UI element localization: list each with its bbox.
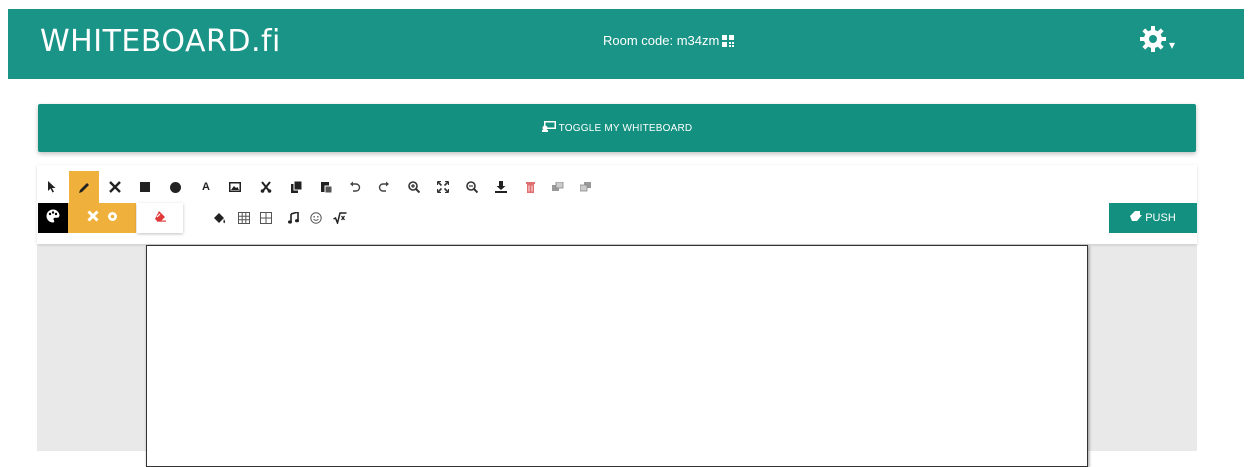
toggle-whiteboard-label: TOGGLE MY WHITEBOARD (558, 122, 693, 134)
ellipse-tool[interactable] (164, 176, 186, 198)
pen-tool[interactable] (69, 171, 99, 205)
square-icon (140, 182, 150, 192)
whiteboard-panel: A PUSH (37, 165, 1197, 467)
rectangle-tool[interactable] (134, 176, 156, 198)
redo-tool[interactable] (373, 176, 395, 198)
room-code: Room code: m34zm (603, 33, 735, 49)
send-back-tool[interactable] (575, 176, 597, 198)
grid-icon (238, 212, 250, 224)
scissors-icon (260, 181, 272, 193)
drawing-toolbar: A PUSH (37, 165, 1197, 244)
music-note-icon (287, 212, 299, 224)
push-button[interactable]: PUSH (1109, 203, 1197, 233)
download-icon (495, 181, 507, 193)
smiley-icon (310, 212, 322, 224)
cross-arrows-icon (109, 181, 121, 193)
cursor-arrow-icon (47, 181, 57, 193)
undo-icon (349, 181, 361, 193)
dot-icon (107, 209, 118, 227)
gear-icon (1139, 25, 1167, 58)
zoom-in-icon (408, 181, 420, 193)
qr-code-icon[interactable] (722, 35, 735, 47)
copy-tool[interactable] (285, 176, 307, 198)
emoji-tool[interactable] (305, 207, 327, 229)
palette-icon (46, 208, 60, 228)
zoom-in-tool[interactable] (403, 176, 425, 198)
expand-icon (437, 181, 449, 193)
redo-icon (378, 181, 390, 193)
square-root-icon (333, 212, 347, 224)
trash-icon (525, 181, 535, 193)
copy-icon (290, 181, 302, 193)
music-tool[interactable] (282, 207, 304, 229)
clear-tool[interactable] (519, 176, 541, 198)
fit-tool[interactable] (432, 176, 454, 198)
color-picker-button[interactable] (38, 203, 68, 233)
zoom-out-tool[interactable] (461, 176, 483, 198)
toggle-whiteboard-button[interactable]: TOGGLE MY WHITEBOARD (38, 104, 1196, 152)
grid-tool[interactable] (233, 207, 255, 229)
layer-up-icon (552, 182, 564, 192)
math-tool[interactable] (329, 207, 351, 229)
image-tool[interactable] (224, 176, 246, 198)
push-icon (1130, 211, 1143, 225)
layer-down-icon (580, 182, 592, 192)
paint-bucket-icon (213, 212, 226, 224)
paste-icon (320, 181, 332, 193)
eraser-icon (154, 209, 167, 227)
undo-tool[interactable] (344, 176, 366, 198)
paste-tool[interactable] (315, 176, 337, 198)
room-code-label: Room code: m34zm (603, 33, 720, 48)
pencil-icon (78, 182, 90, 194)
eraser-button[interactable] (137, 203, 183, 233)
line-width-button[interactable] (68, 203, 136, 233)
download-tool[interactable] (490, 176, 512, 198)
table-icon (260, 212, 272, 224)
cut-tool[interactable] (255, 176, 277, 198)
chevron-down-icon: ▾ (1169, 37, 1176, 52)
bring-front-tool[interactable] (547, 176, 569, 198)
settings-dropdown[interactable]: ▾ (1139, 25, 1175, 58)
text-tool[interactable]: A (195, 176, 217, 198)
cross-icon (86, 209, 99, 227)
app-logo[interactable]: WHITEBOARD.fi (40, 24, 281, 60)
chalkboard-icon (541, 121, 556, 135)
image-icon (229, 182, 241, 192)
top-navbar: WHITEBOARD.fi Room code: m34zm ▾ (8, 9, 1244, 79)
text-a-icon: A (202, 181, 210, 193)
push-label: PUSH (1145, 212, 1176, 224)
pointer-tool[interactable] (41, 176, 63, 198)
drawing-canvas[interactable] (146, 245, 1088, 467)
fill-tool[interactable] (208, 207, 230, 229)
line-tool[interactable] (104, 176, 126, 198)
table-tool[interactable] (255, 207, 277, 229)
circle-icon (169, 181, 181, 193)
zoom-out-icon (466, 181, 478, 193)
